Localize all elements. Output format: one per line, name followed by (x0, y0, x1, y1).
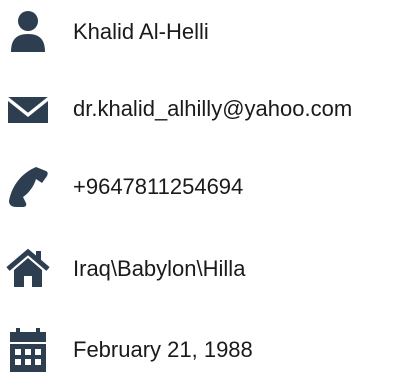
contact-item-name: Khalid Al-Helli (0, 10, 412, 54)
contact-item-address: Iraq\Babylon\Hilla (0, 247, 412, 291)
phone-icon (6, 165, 50, 209)
contact-address: Iraq\Babylon\Hilla (73, 256, 246, 281)
contact-phone: +9647811254694 (73, 174, 244, 199)
contact-birthdate: February 21, 1988 (73, 337, 253, 362)
home-icon (6, 247, 50, 291)
contact-item-phone: +9647811254694 (0, 165, 412, 209)
calendar-icon (6, 328, 50, 372)
contact-email: dr.khalid_alhilly@yahoo.com (73, 96, 353, 121)
user-icon (6, 10, 50, 54)
contact-item-email: dr.khalid_alhilly@yahoo.com (0, 87, 412, 131)
envelope-icon (6, 87, 50, 131)
contact-name: Khalid Al-Helli (73, 19, 209, 44)
contact-info-list: Khalid Al-Helli dr.khalid_alhilly@yahoo.… (0, 0, 412, 372)
contact-item-birthday: February 21, 1988 (0, 328, 412, 372)
